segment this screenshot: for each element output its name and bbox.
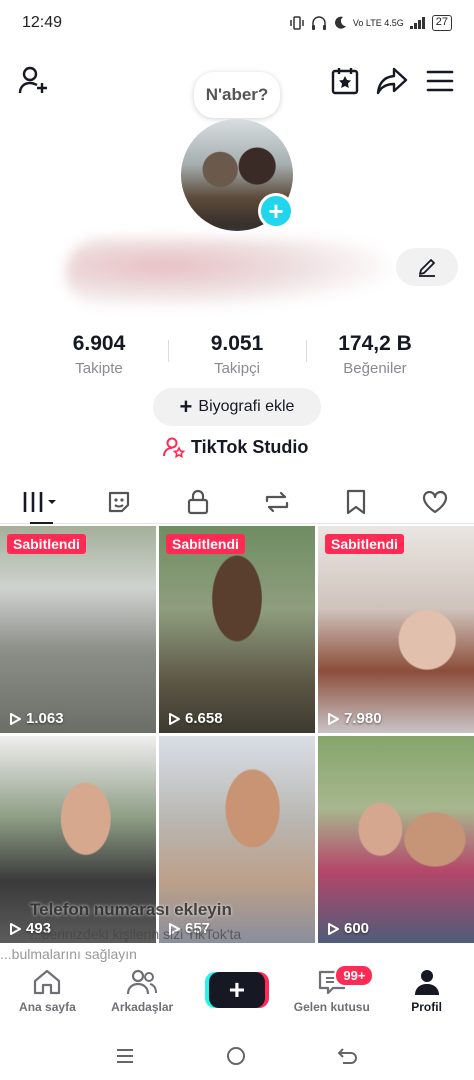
nav-inbox[interactable]: 99+ Gelen kutusu [284, 964, 379, 1014]
phone-prompt-text: ...berinizdeki kişilerin sizi TikTok'ta [30, 926, 242, 942]
home-icon [34, 969, 61, 995]
bookmark-icon [346, 489, 365, 514]
share-profile-button[interactable] [374, 63, 410, 99]
friends-icon [127, 969, 158, 995]
likes-label: Beğeniler [343, 360, 407, 377]
add-bio-button[interactable]: + Biyografi ekle [153, 388, 321, 426]
pinned-badge: Sabitlendi [7, 534, 86, 554]
add-friend-button[interactable] [16, 63, 52, 99]
recent-apps-icon[interactable] [115, 1047, 135, 1065]
nav-home[interactable]: Ana sayfa [0, 968, 95, 1014]
repost-icon [265, 491, 288, 512]
video-thumbnail[interactable]: Sabitlendi 1.063 [0, 526, 156, 733]
pinned-badge: Sabitlendi [325, 534, 404, 554]
nav-profile[interactable]: Profil [379, 968, 474, 1014]
tab-tagged[interactable] [79, 480, 158, 523]
status-icons: Vo LTE 4.5G 27 [289, 15, 452, 31]
blurred-username [66, 238, 392, 308]
bottom-nav: Ana sayfa Arkadaşlar + 99+ Gelen kutusu … [0, 962, 474, 1032]
nav-inbox-label: Gelen kutusu [293, 1000, 370, 1014]
tiktok-studio-link[interactable]: TikTok Studio [163, 436, 308, 458]
followers-label: Takipçi [214, 360, 260, 377]
inbox-badge: 99+ [334, 964, 375, 987]
back-arrow-icon[interactable] [337, 1046, 359, 1066]
tab-videos[interactable] [0, 480, 79, 524]
person-plus-icon [18, 66, 47, 94]
pencil-icon [419, 259, 435, 277]
share-arrow-icon [376, 67, 408, 95]
tab-reposts[interactable] [237, 480, 316, 523]
nav-friends[interactable]: Arkadaşlar [95, 968, 190, 1014]
calendar-star-icon [331, 68, 359, 95]
stat-following[interactable]: 6.904 Takipte [30, 332, 168, 377]
play-icon [169, 712, 180, 725]
add-story-button[interactable]: + [258, 193, 294, 229]
view-count-value: 7.980 [344, 710, 382, 727]
nav-profile-label: Profil [411, 1000, 442, 1014]
play-icon [328, 712, 339, 725]
edit-profile-button[interactable] [396, 248, 458, 286]
tiktok-studio-label: TikTok Studio [191, 436, 309, 457]
stat-followers[interactable]: 9.051 Takipçi [168, 332, 306, 377]
followers-count: 9.051 [210, 332, 264, 355]
tab-favorites[interactable] [316, 480, 395, 523]
play-icon [10, 922, 21, 935]
add-bio-label: Biyografi ekle [198, 398, 295, 415]
status-bar: 12:49 Vo LTE 4.5G 27 [0, 0, 474, 46]
tagged-sticker-icon [108, 491, 129, 512]
battery-indicator: 27 [431, 15, 452, 31]
content-tabs [0, 480, 474, 524]
video-thumbnail[interactable]: Sabitlendi 6.658 [159, 526, 315, 733]
view-count-value: 6.658 [185, 710, 223, 727]
following-label: Takipte [75, 360, 123, 377]
phone-prompt-text: ...bulmalarını sağlayın [0, 946, 137, 962]
create-button[interactable]: + [208, 972, 265, 1008]
network-label: Vo LTE 4.5G [352, 18, 404, 28]
calendar-button[interactable] [327, 63, 363, 99]
plus-icon: + [228, 974, 246, 1005]
signal-icon [409, 17, 425, 29]
nav-home-label: Ana sayfa [19, 1000, 76, 1014]
video-grid: Sabitlendi 1.063 Sabitlendi 6.658 Sabitl… [0, 526, 474, 943]
headphones-icon [311, 16, 326, 30]
play-icon [10, 712, 21, 725]
likes-count: 174,2 B [338, 332, 412, 355]
view-count: 6.658 [167, 710, 223, 727]
plus-icon: + [179, 394, 193, 419]
tab-private[interactable] [158, 480, 237, 523]
profile-stats: 6.904 Takipte 9.051 Takipçi 174,2 B Beğe… [30, 332, 444, 377]
note-text: N'aber? [205, 85, 269, 104]
vibrate-icon [290, 16, 304, 30]
stat-likes[interactable]: 174,2 B Beğeniler [306, 332, 444, 377]
video-thumbnail[interactable]: Sabitlendi 7.980 [318, 526, 474, 733]
moon-icon [334, 16, 346, 29]
home-circle-icon[interactable] [225, 1045, 247, 1067]
pinned-badge: Sabitlendi [166, 534, 245, 554]
view-count: 7.980 [326, 710, 382, 727]
view-count: 600 [326, 920, 369, 937]
creator-person-icon [163, 437, 185, 458]
heart-icon [422, 490, 447, 513]
plus-icon: + [268, 196, 284, 226]
profile-icon [414, 970, 439, 995]
note-bubble[interactable]: N'aber? [194, 72, 280, 118]
view-count-value: 600 [344, 920, 370, 937]
status-time: 12:49 [22, 14, 63, 31]
tab-liked[interactable] [395, 480, 474, 523]
lock-icon [187, 489, 208, 514]
view-count: 1.063 [8, 710, 64, 727]
play-icon [328, 922, 339, 935]
nav-friends-label: Arkadaşlar [111, 1000, 174, 1014]
hamburger-menu-icon [426, 70, 454, 92]
video-thumbnail[interactable]: 600 [318, 736, 474, 943]
videos-grid-icon [23, 491, 56, 512]
following-count: 6.904 [72, 332, 126, 355]
system-nav-bar [0, 1032, 474, 1080]
view-count-value: 1.063 [26, 710, 64, 727]
menu-button[interactable] [422, 63, 458, 99]
nav-create[interactable]: + [190, 968, 285, 1008]
phone-prompt-title[interactable]: Telefon numarası ekleyin [30, 900, 232, 920]
